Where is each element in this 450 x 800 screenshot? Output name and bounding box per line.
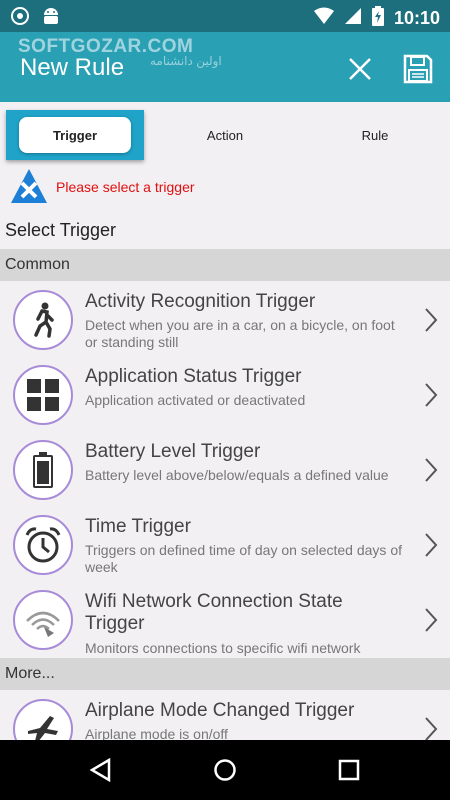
warning-text: Please select a trigger (56, 179, 195, 195)
save-button[interactable] (398, 49, 438, 89)
recents-square-icon (338, 759, 360, 781)
item-title: Application Status Trigger (85, 366, 302, 387)
wifi-icon (13, 590, 73, 650)
tab-bar: Trigger Action Rule (0, 110, 450, 160)
battery-icon (13, 440, 73, 500)
close-icon (349, 58, 371, 80)
floppy-disk-icon (403, 54, 433, 84)
list-item-time-trigger[interactable]: Time Trigger Triggers on defined time of… (0, 508, 450, 583)
clock-time: 10:10 (393, 8, 440, 28)
item-description: Monitors connections to specific wifi ne… (85, 640, 361, 656)
home-circle-icon (214, 759, 236, 781)
tab-rule[interactable]: Rule (300, 110, 450, 160)
chevron-right-icon (424, 607, 438, 638)
chevron-right-icon (424, 307, 438, 338)
group-header-more: More... (0, 658, 450, 690)
tab-action[interactable]: Action (150, 110, 300, 160)
chevron-right-icon (424, 716, 438, 740)
alarm-clock-icon (13, 515, 73, 575)
app-grid-icon (13, 365, 73, 425)
walking-person-icon (13, 290, 73, 350)
tab-trigger-label: Trigger (19, 117, 131, 153)
item-description: Application activated or deactivated (85, 392, 306, 408)
item-title: Airplane Mode Changed Trigger (85, 700, 355, 721)
recents-button[interactable] (334, 758, 364, 782)
item-title: Battery Level Trigger (85, 441, 261, 462)
android-icon (42, 6, 60, 31)
close-button[interactable] (340, 49, 380, 89)
list-item-airplane-mode[interactable]: Airplane Mode Changed Trigger Airplane m… (0, 692, 450, 740)
airplane-icon (13, 699, 73, 740)
list-item-activity-recognition[interactable]: Activity Recognition Trigger Detect when… (0, 283, 450, 358)
back-triangle-icon (89, 758, 111, 782)
tab-action-label: Action (206, 127, 244, 143)
group-header-common: Common (0, 249, 450, 281)
item-description: Battery level above/below/equals a defin… (85, 467, 389, 483)
tab-rule-label: Rule (361, 127, 389, 143)
back-button[interactable] (85, 758, 115, 782)
cell-signal-icon (344, 7, 362, 30)
page-title: New Rule (20, 54, 125, 81)
item-title: Time Trigger (85, 516, 191, 537)
chevron-right-icon (424, 382, 438, 413)
section-title: Select Trigger (0, 212, 450, 249)
item-title: Wifi Network Connection State Trigger (85, 591, 343, 634)
item-description: Airplane mode is on/off (85, 726, 228, 740)
circle-target-icon (10, 6, 30, 31)
battery-charging-icon (371, 6, 384, 31)
chevron-right-icon (424, 457, 438, 488)
list-item-application-status[interactable]: Application Status Trigger Application a… (0, 358, 450, 433)
status-bar: 10:10 (0, 0, 450, 32)
app-bar: SOFTGOZAR.COM اولین دانشنامه New Rule (0, 32, 450, 102)
wifi-signal-icon (313, 7, 334, 30)
tab-trigger[interactable]: Trigger (6, 110, 144, 160)
home-button[interactable] (210, 758, 240, 782)
chevron-right-icon (424, 532, 438, 563)
list-item-wifi-connection[interactable]: Wifi Network Connection State Trigger Mo… (0, 583, 450, 658)
item-title: Activity Recognition Trigger (85, 291, 316, 312)
system-nav-bar (0, 740, 450, 800)
warning-banner: Please select a trigger (0, 162, 450, 212)
item-description: Detect when you are in a car, on a bicyc… (85, 317, 395, 350)
watermark-subtext: اولین دانشنامه (150, 54, 222, 68)
item-description: Triggers on defined time of day on selec… (85, 542, 402, 575)
warning-x-icon (10, 168, 48, 209)
list-item-battery-level[interactable]: Battery Level Trigger Battery level abov… (0, 433, 450, 508)
